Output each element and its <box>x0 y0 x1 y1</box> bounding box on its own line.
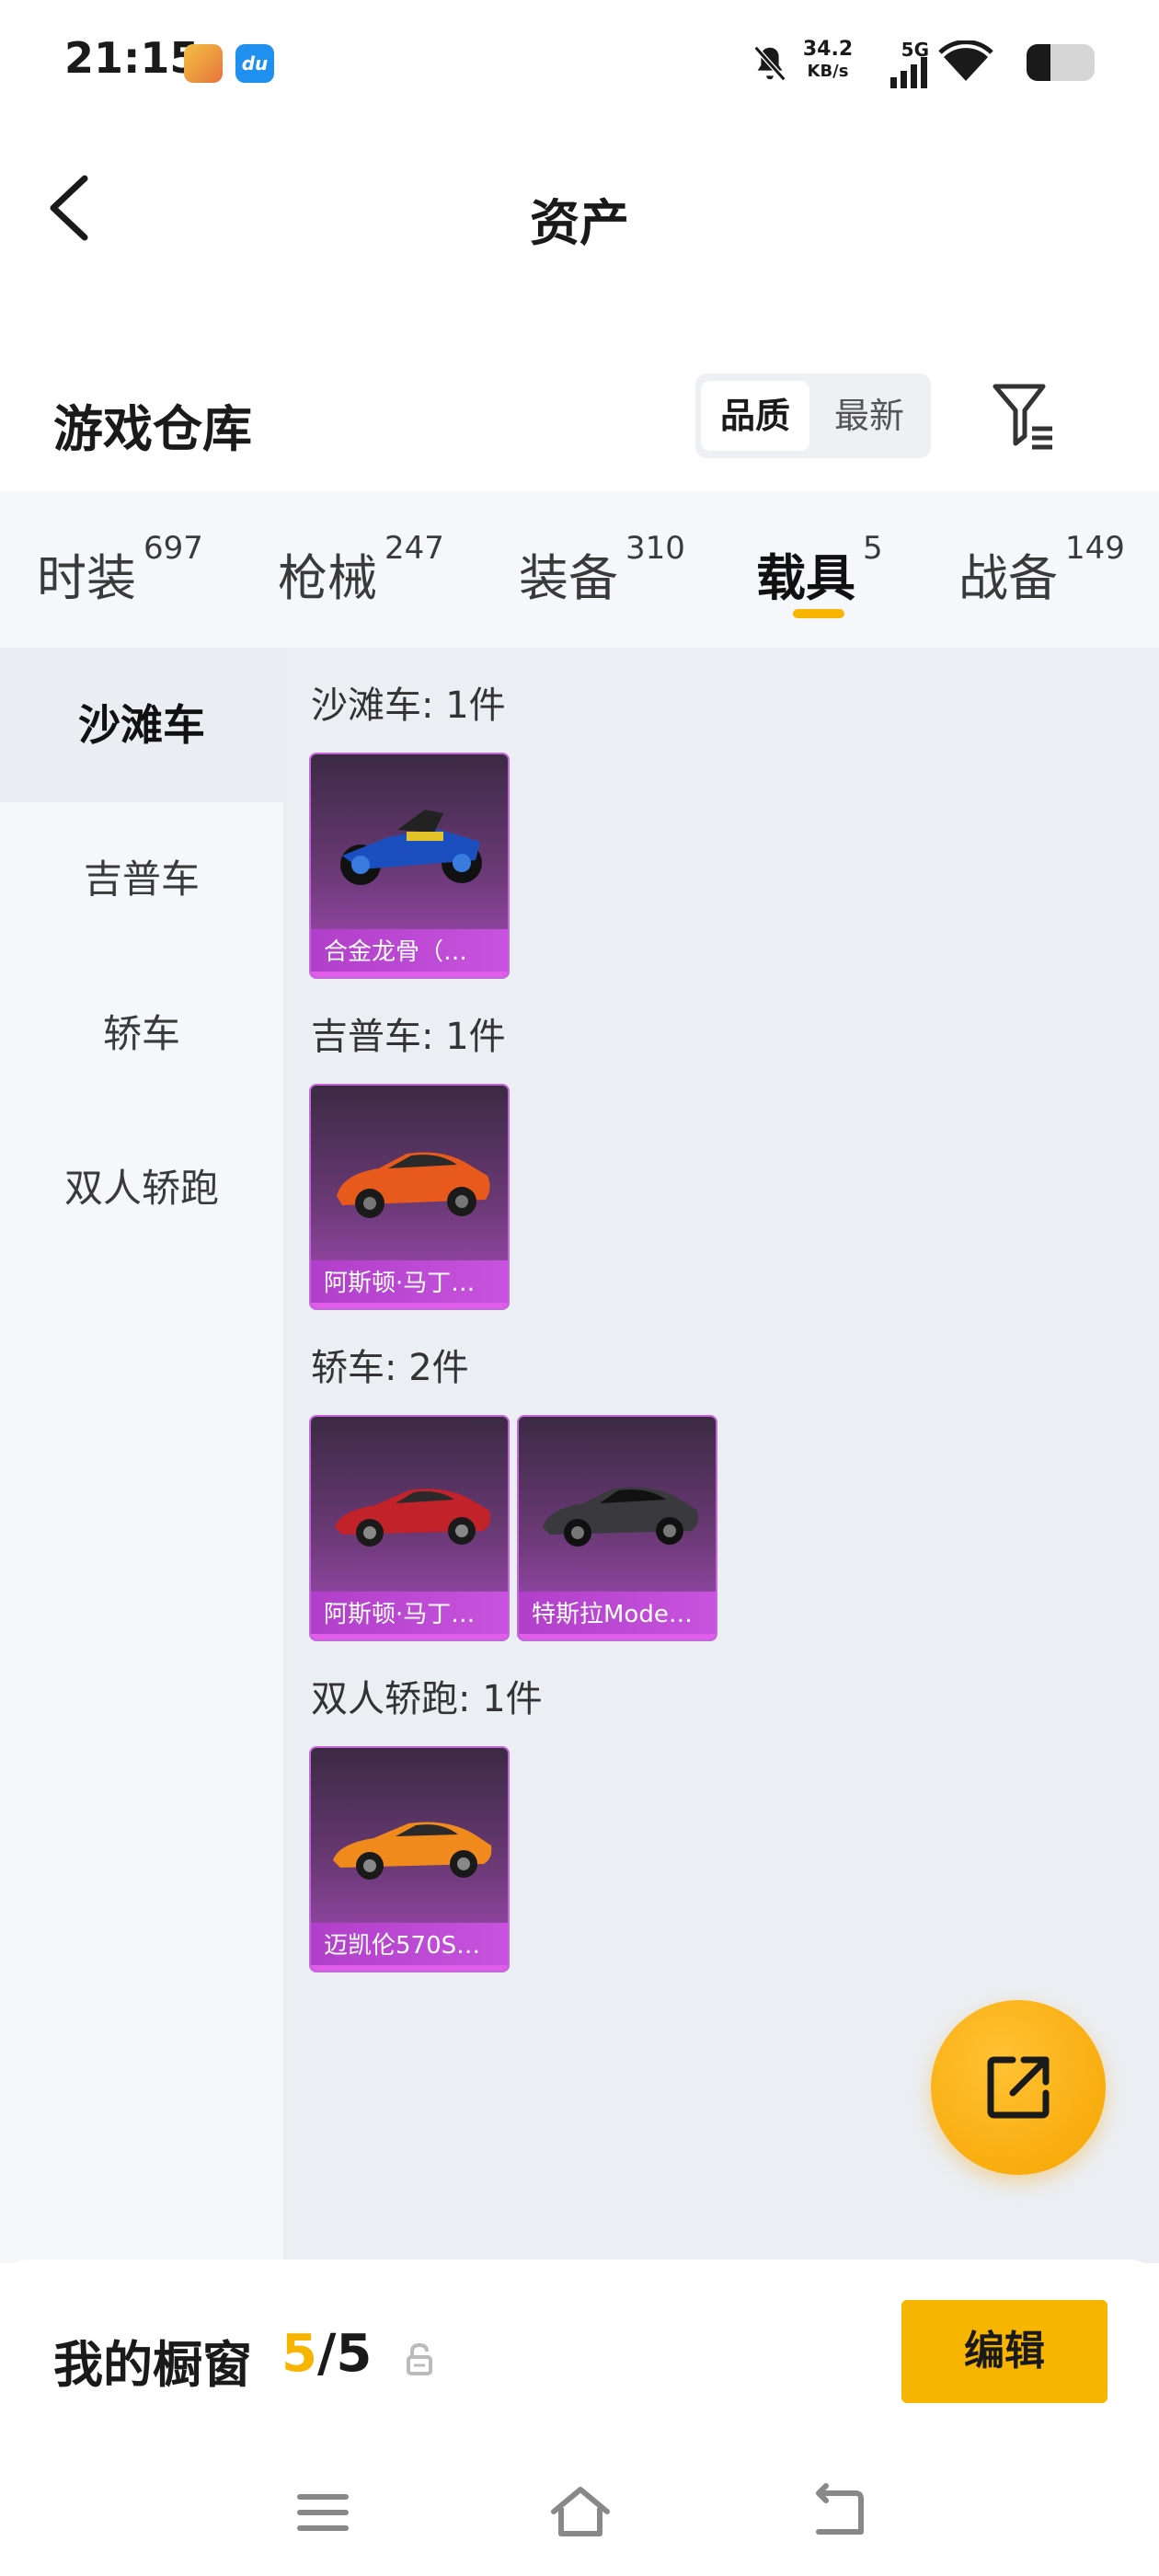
tab-fashion[interactable]: 时装697 <box>37 530 203 610</box>
section-title: 轿车: 2件 <box>311 1347 469 1389</box>
header: 资产 <box>0 125 1159 300</box>
vehicle-name: 迈凯伦570S… <box>311 1923 508 1971</box>
tab-count: 149 <box>1065 530 1125 567</box>
tab-count: 5 <box>863 530 883 567</box>
page-title: 资产 <box>530 194 629 252</box>
status-right: 34.2 KB/s 5G <box>543 37 1095 92</box>
vehicle-type-sidebar: 沙滩车 吉普车 轿车 双人轿跑 <box>0 648 283 2263</box>
home-icon[interactable] <box>548 2480 613 2545</box>
showcase-title: 我的橱窗 <box>53 2336 252 2394</box>
vehicle-card[interactable]: 特斯拉Mode… <box>517 1415 717 1641</box>
tab-combat-gear[interactable]: 战备149 <box>958 530 1125 610</box>
tab-equipment[interactable]: 装备310 <box>519 530 685 610</box>
vehicle-name: 阿斯顿·马丁… <box>311 1260 508 1308</box>
warehouse-row: 游戏仓库 品质 最新 <box>0 355 1159 484</box>
tab-label: 时装 <box>37 549 136 607</box>
supercar-image <box>333 1822 492 1880</box>
back-nav-icon[interactable] <box>806 2480 870 2545</box>
showcase-current: 5 <box>281 2324 317 2384</box>
sidebar-item-beach-buggy[interactable]: 沙滩车 <box>0 648 283 802</box>
battery-level <box>1027 44 1050 81</box>
tab-count: 697 <box>143 530 203 567</box>
section-title: 吉普车: 1件 <box>311 1016 506 1058</box>
vehicle-card[interactable]: 合金龙骨（… <box>309 753 510 979</box>
warehouse-title: 游戏仓库 <box>53 400 252 458</box>
signal-icon <box>890 57 927 88</box>
tab-count: 247 <box>384 530 444 567</box>
section-title: 双人轿跑: 1件 <box>311 1678 543 1720</box>
tab-label: 战备 <box>958 549 1058 607</box>
sidebar-item-sedan[interactable]: 轿车 <box>0 957 283 1111</box>
tab-label: 装备 <box>519 549 618 607</box>
share-fab[interactable] <box>931 2000 1106 2175</box>
sedan-image <box>543 1487 699 1547</box>
vehicle-card[interactable]: 阿斯顿·马丁… <box>309 1415 510 1641</box>
buggy-image <box>340 810 482 885</box>
game-app-icon <box>184 44 223 83</box>
net-speed-value: 34.2 <box>802 38 854 61</box>
tab-guns[interactable]: 枪械247 <box>278 530 444 610</box>
showcase-separator: / <box>316 2324 337 2384</box>
suv-image <box>337 1152 490 1218</box>
sort-option-latest[interactable]: 最新 <box>815 381 924 451</box>
sidebar-item-coupe[interactable]: 双人轿跑 <box>0 1111 283 1266</box>
wifi-icon <box>938 40 993 81</box>
category-tabs: 时装697 枪械247 装备310 载具5 战备149 <box>0 491 1159 648</box>
status-time: 21:15 <box>64 33 200 83</box>
net-speed: 34.2 KB/s <box>796 39 860 83</box>
system-nav-bar <box>0 2444 1159 2576</box>
lock-icon <box>407 2342 432 2375</box>
sports-car-image <box>335 1489 491 1547</box>
sort-option-quality[interactable]: 品质 <box>701 381 809 451</box>
sidebar-item-jeep[interactable]: 吉普车 <box>0 802 283 957</box>
vehicle-card[interactable]: 迈凯伦570S… <box>309 1746 510 1972</box>
vehicle-card[interactable]: 阿斯顿·马丁… <box>309 1084 510 1310</box>
tab-label: 枪械 <box>278 549 377 607</box>
edit-button[interactable]: 编辑 <box>901 2300 1107 2403</box>
tab-count: 310 <box>625 530 685 567</box>
filter-icon[interactable] <box>990 379 1056 453</box>
vehicle-name: 合金龙骨（… <box>311 929 508 977</box>
status-bar: 21:15 du 34.2 KB/s 5G <box>0 0 1159 125</box>
mute-bell-icon <box>753 45 786 82</box>
vehicle-name: 阿斯顿·马丁… <box>311 1592 508 1639</box>
du-app-icon: du <box>235 44 274 83</box>
tab-vehicles[interactable]: 载具5 <box>756 530 883 610</box>
battery-icon <box>1027 44 1095 81</box>
showcase-bar: 我的橱窗 5/5 编辑 <box>0 2260 1159 2444</box>
section-title: 沙滩车: 1件 <box>311 684 506 727</box>
menu-icon[interactable] <box>291 2480 355 2545</box>
showcase-total: 5 <box>336 2324 373 2384</box>
net-speed-unit: KB/s <box>807 62 849 81</box>
active-tab-indicator <box>793 609 844 618</box>
tab-label: 载具 <box>756 549 855 607</box>
vehicle-name: 特斯拉Mode… <box>519 1592 716 1639</box>
showcase-count: 5/5 <box>281 2324 372 2384</box>
sort-toggle: 品质 最新 <box>695 374 931 458</box>
share-external-icon <box>987 2056 1050 2119</box>
